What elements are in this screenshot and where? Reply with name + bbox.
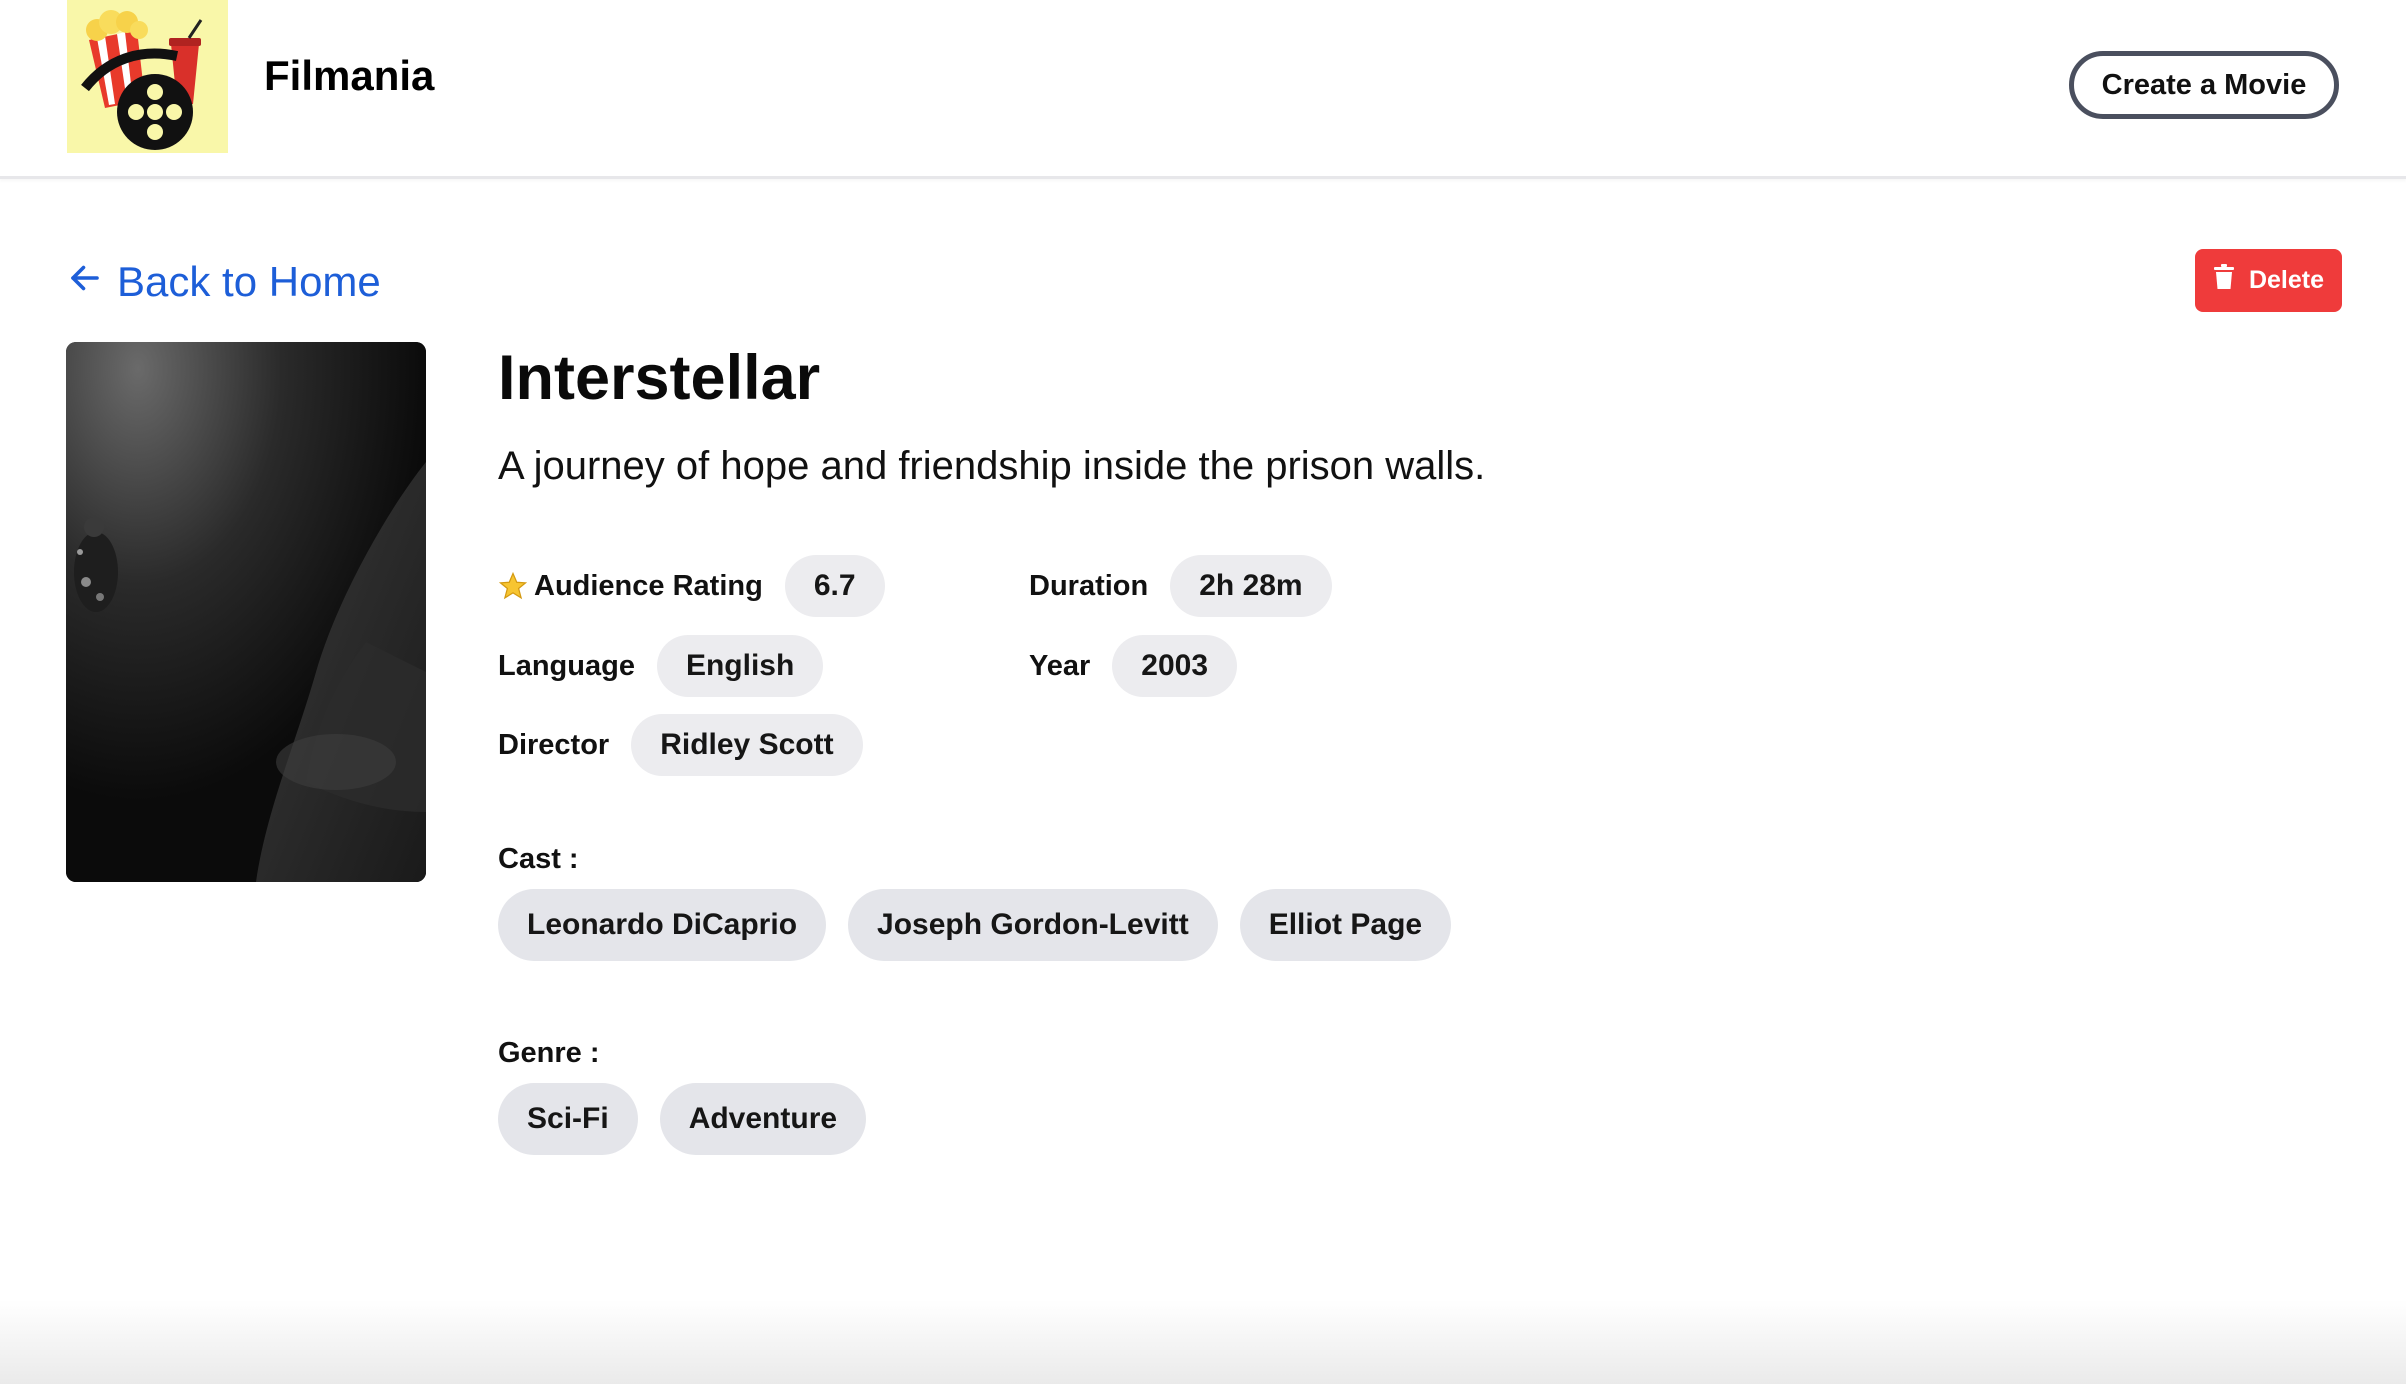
duration-row: Duration 2h 28m: [1029, 555, 1332, 617]
cast-list: Leonardo DiCaprio Joseph Gordon-Levitt E…: [498, 889, 1452, 961]
rating-value: 6.7: [784, 555, 885, 617]
genre-chip[interactable]: Sci-Fi: [498, 1083, 638, 1155]
back-to-home-link[interactable]: Back to Home: [67, 254, 381, 310]
language-row: Language English: [498, 635, 824, 697]
director-row: Director Ridley Scott: [498, 714, 863, 776]
cast-chip[interactable]: Elliot Page: [1239, 889, 1452, 961]
logo-artwork: [81, 10, 203, 150]
language-label: Language: [498, 649, 635, 682]
movie-detail-page: Filmania Create a Movie Back to Home Del…: [0, 0, 2406, 1384]
year-value: 2003: [1112, 635, 1238, 697]
movie-title: Interstellar: [498, 343, 821, 413]
trash-icon: [2213, 264, 2235, 297]
poster-artwork: [66, 342, 426, 882]
director-value: Ridley Scott: [631, 714, 863, 776]
director-label: Director: [498, 728, 610, 761]
duration-value: 2h 28m: [1170, 555, 1332, 617]
rating-label-group: Audience Rating: [498, 570, 763, 603]
back-link-label: Back to Home: [117, 258, 381, 305]
delete-button[interactable]: Delete: [2195, 249, 2342, 312]
cast-chip[interactable]: Leonardo DiCaprio: [498, 889, 827, 961]
top-header: Filmania Create a Movie: [0, 0, 2406, 179]
delete-label: Delete: [2248, 266, 2325, 294]
arrow-left-icon: [67, 258, 103, 306]
rating-label: Audience Rating: [534, 569, 763, 602]
create-movie-button[interactable]: Create a Movie: [2069, 51, 2339, 119]
genre-label: Genre :: [498, 1037, 600, 1069]
year-label: Year: [1029, 649, 1091, 682]
cast-chip[interactable]: Joseph Gordon-Levitt: [848, 889, 1218, 961]
star-icon: [498, 571, 528, 601]
movie-tagline: A journey of hope and friendship inside …: [498, 444, 1486, 488]
filmania-logo[interactable]: [67, 0, 228, 153]
language-value: English: [656, 635, 824, 697]
genre-chip[interactable]: Adventure: [659, 1083, 867, 1155]
brand-name: Filmania: [264, 52, 435, 99]
duration-label: Duration: [1029, 569, 1149, 602]
movie-poster: [66, 342, 426, 882]
year-row: Year 2003: [1029, 635, 1238, 697]
genre-list: Sci-Fi Adventure: [498, 1083, 867, 1155]
cast-label: Cast :: [498, 843, 579, 875]
bottom-fade: [0, 1300, 2406, 1384]
rating-row: Audience Rating 6.7: [498, 555, 885, 617]
